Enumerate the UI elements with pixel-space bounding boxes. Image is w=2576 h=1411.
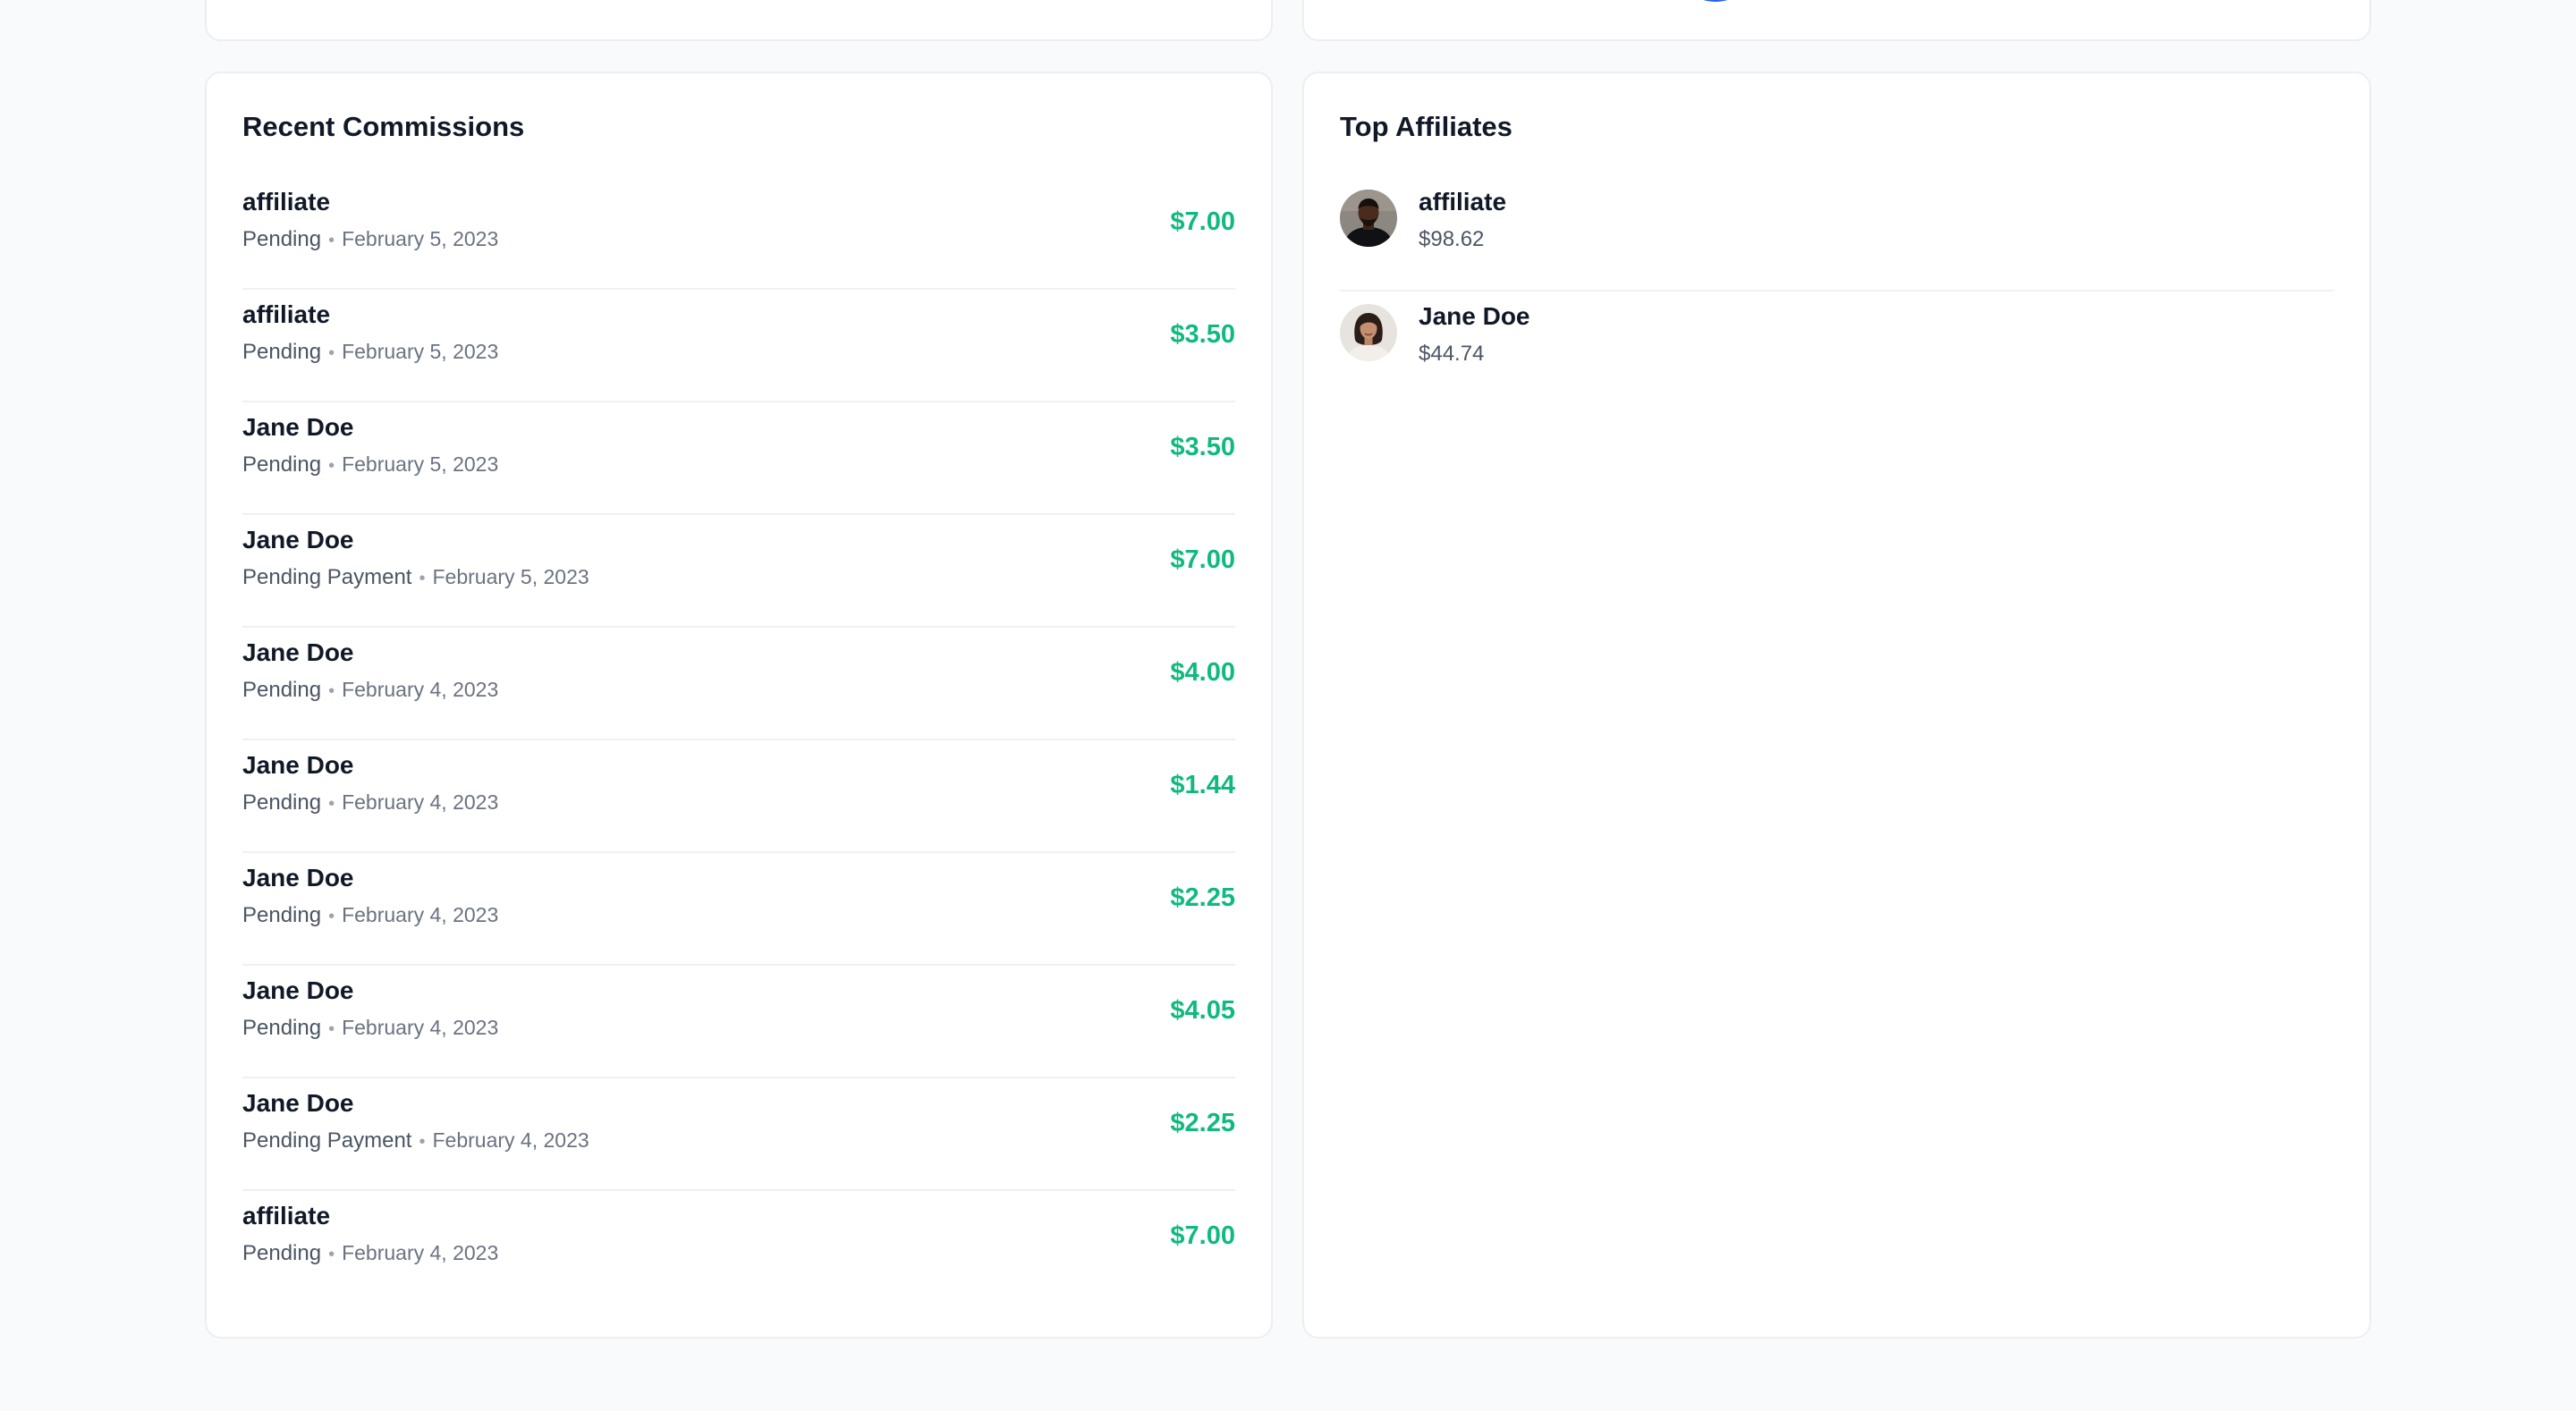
commission-amount: $1.44	[1170, 771, 1235, 799]
top-affiliates-card: Top Affiliates affiliate $98.62 Jane Doe…	[1302, 72, 2371, 1339]
commission-meta: Pending • February 4, 2023	[242, 1016, 498, 1041]
commission-status: Pending	[242, 227, 322, 251]
affiliate-row[interactable]: affiliate $98.62	[1340, 177, 2334, 291]
commission-affiliate-name: Jane Doe	[242, 413, 354, 441]
commission-meta: Pending • February 5, 2023	[242, 227, 498, 252]
commission-date: February 5, 2023	[342, 340, 499, 363]
commission-meta: Pending • February 5, 2023	[242, 340, 498, 365]
affiliate-amount: $44.74	[1419, 342, 1485, 366]
commission-status: Pending Payment	[242, 565, 412, 589]
commission-status: Pending	[242, 1016, 322, 1040]
commission-meta: Pending • February 4, 2023	[242, 1241, 498, 1266]
affiliate-name: Jane Doe	[1419, 302, 1530, 330]
chart-card-left	[205, 0, 1273, 41]
meta-separator: •	[328, 1245, 335, 1264]
commission-meta: Pending • February 4, 2023	[242, 903, 498, 928]
commission-affiliate-name: Jane Doe	[242, 864, 354, 891]
commission-row[interactable]: Jane Doe Pending • February 4, 2023 $4.00	[242, 628, 1235, 740]
commission-amount: $7.00	[1170, 1221, 1235, 1250]
commission-date: February 5, 2023	[342, 452, 499, 476]
commissions-list: affiliate Pending • February 5, 2023 $7.00…	[242, 177, 1235, 1304]
recent-commissions-card: Recent Commissions affiliate Pending • Feb…	[205, 72, 1273, 1339]
commission-status: Pending	[242, 1241, 322, 1265]
commission-date: February 4, 2023	[342, 678, 499, 701]
commission-date: February 4, 2023	[432, 1128, 589, 1152]
meta-separator: •	[328, 231, 335, 250]
commission-meta: Pending • February 4, 2023	[242, 790, 498, 815]
meta-separator: •	[328, 794, 335, 814]
meta-separator: •	[328, 907, 335, 926]
commission-status: Pending	[242, 790, 322, 815]
commission-status: Pending	[242, 678, 322, 702]
commission-date: February 4, 2023	[342, 903, 499, 926]
commission-amount: $2.25	[1170, 1109, 1235, 1137]
top-affiliates-title: Top Affiliates	[1340, 111, 1513, 142]
commission-amount: $3.50	[1170, 320, 1235, 349]
commission-affiliate-name: affiliate	[242, 1202, 331, 1229]
commission-row[interactable]: Jane Doe Pending Payment • February 5, 202…	[242, 515, 1235, 628]
commission-amount: $4.00	[1170, 658, 1235, 687]
affiliates-list: affiliate $98.62 Jane Doe $44.74	[1340, 177, 2334, 406]
commission-affiliate-name: Jane Doe	[242, 976, 354, 1004]
commission-date: February 4, 2023	[342, 1016, 499, 1039]
commission-meta: Pending Payment • February 5, 2023	[242, 565, 589, 590]
chart-card-right	[1302, 0, 2371, 41]
commission-date: February 5, 2023	[432, 565, 589, 588]
commission-meta: Pending • February 4, 2023	[242, 678, 498, 703]
commission-affiliate-name: Jane Doe	[242, 751, 354, 779]
commission-amount: $7.00	[1170, 545, 1235, 574]
affiliate-row[interactable]: Jane Doe $44.74	[1340, 291, 2334, 406]
commission-affiliate-name: Jane Doe	[242, 526, 354, 553]
meta-separator: •	[419, 569, 426, 588]
donut-chart-arc	[1675, 0, 1756, 2]
meta-separator: •	[328, 681, 335, 701]
meta-separator: •	[328, 456, 335, 476]
commission-affiliate-name: Jane Doe	[242, 638, 354, 666]
commission-row[interactable]: affiliate Pending • February 5, 2023 $7.00	[242, 177, 1235, 290]
commission-affiliate-name: affiliate	[242, 300, 331, 328]
meta-separator: •	[419, 1132, 426, 1152]
meta-separator: •	[328, 1019, 335, 1039]
commission-amount: $2.25	[1170, 883, 1235, 912]
commission-row[interactable]: affiliate Pending • February 5, 2023 $3.50	[242, 290, 1235, 402]
avatar-man-icon	[1340, 190, 1397, 247]
affiliate-name: affiliate	[1419, 188, 1507, 215]
avatar-woman-icon	[1340, 304, 1397, 361]
commission-amount: $4.05	[1170, 996, 1235, 1025]
commission-status: Pending	[242, 452, 322, 477]
commission-status: Pending Payment	[242, 1128, 412, 1153]
commission-row[interactable]: Jane Doe Pending Payment • February 4, 202…	[242, 1078, 1235, 1191]
commission-amount: $3.50	[1170, 433, 1235, 461]
commission-date: February 4, 2023	[342, 1241, 499, 1264]
commission-row[interactable]: Jane Doe Pending • February 4, 2023 $4.05	[242, 966, 1235, 1078]
commission-status: Pending	[242, 340, 322, 364]
affiliate-amount: $98.62	[1419, 227, 1485, 251]
commission-affiliate-name: Jane Doe	[242, 1089, 354, 1117]
commission-amount: $7.00	[1170, 207, 1235, 236]
commission-row[interactable]: Jane Doe Pending • February 4, 2023 $2.25	[242, 853, 1235, 966]
commission-row[interactable]: Jane Doe Pending • February 4, 2023 $1.44	[242, 740, 1235, 853]
commission-meta: Pending Payment • February 4, 2023	[242, 1128, 589, 1153]
commission-date: February 5, 2023	[342, 227, 499, 250]
commission-date: February 4, 2023	[342, 790, 499, 814]
commission-affiliate-name: affiliate	[242, 188, 331, 215]
recent-commissions-title: Recent Commissions	[242, 111, 525, 142]
meta-separator: •	[328, 343, 335, 363]
commission-row[interactable]: Jane Doe Pending • February 5, 2023 $3.50	[242, 402, 1235, 515]
commission-status: Pending	[242, 903, 322, 927]
commission-row[interactable]: affiliate Pending • February 4, 2023 $7.00	[242, 1191, 1235, 1304]
commission-meta: Pending • February 5, 2023	[242, 452, 498, 477]
